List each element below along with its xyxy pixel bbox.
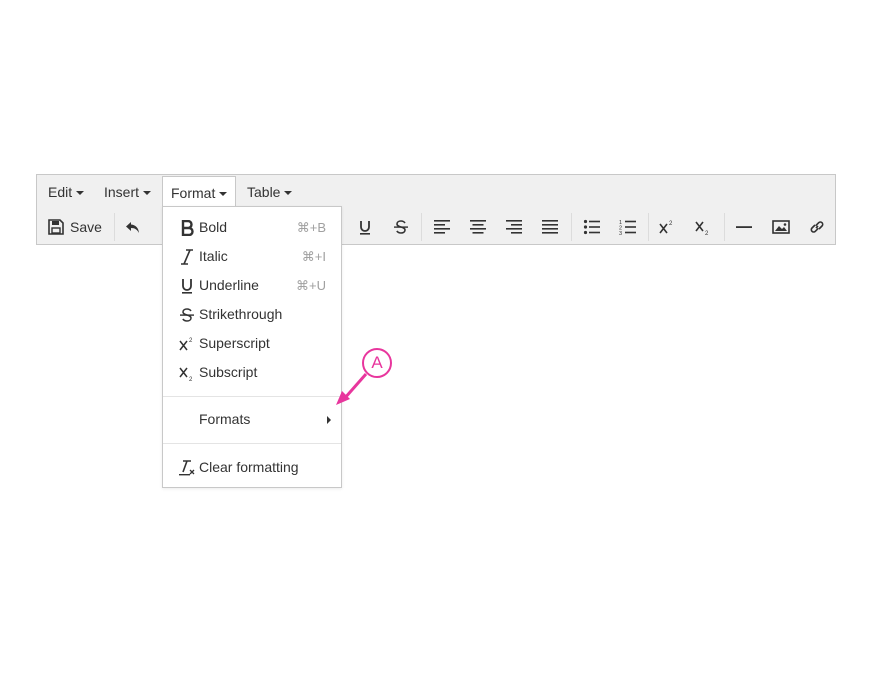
annotation-arrow	[336, 373, 368, 405]
annotation-marker: A	[362, 348, 392, 378]
